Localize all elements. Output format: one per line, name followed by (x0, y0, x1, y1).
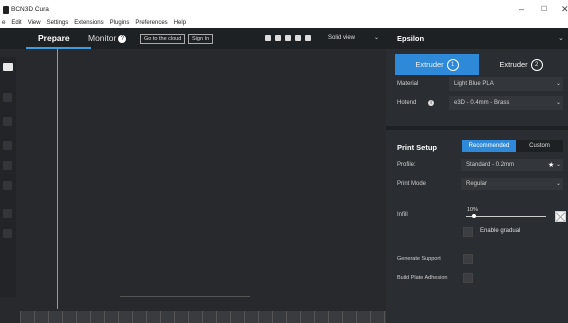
go-to-cloud-button[interactable]: Go to the cloud (140, 34, 186, 44)
profile-name: Standard - 0.2mm (466, 162, 515, 168)
view-mode-select[interactable]: Solid view (328, 35, 355, 41)
chevron-down-icon: ⌄ (556, 162, 562, 168)
generate-support-label: Generate Support (397, 256, 441, 262)
build-plate-edge (120, 296, 250, 302)
generate-support-checkbox[interactable] (463, 254, 473, 264)
stage-header: Prepare Monitor? Go to the cloud Sign In… (0, 28, 386, 49)
menu-preferences[interactable]: Preferences (135, 19, 167, 28)
extruder-tabs: Extruder 1 Extruder 2 (395, 54, 563, 75)
left-toolbar (0, 57, 16, 297)
enable-gradual-label: Enable gradual (480, 228, 521, 234)
help-icon: ? (118, 34, 127, 43)
tab-prepare[interactable]: Prepare (38, 33, 70, 43)
tab-monitor[interactable]: Monitor? (88, 33, 127, 43)
build-plate (20, 311, 386, 323)
menu-extensions[interactable]: Extensions (74, 19, 103, 28)
minimize-button[interactable]: – (519, 4, 524, 14)
open-file-icon[interactable] (3, 63, 13, 71)
printer-selector[interactable]: Epsilon ⌄ (386, 28, 568, 49)
chevron-down-icon: ⌄ (556, 100, 562, 106)
material-value: Light Blue PLA (454, 81, 494, 87)
infill-slider-handle[interactable] (472, 214, 476, 218)
chevron-down-icon: ⌄ (374, 35, 380, 41)
chevron-down-icon: ⌄ (558, 35, 564, 42)
view-3d-icon[interactable] (265, 35, 271, 41)
close-button[interactable]: ✕ (561, 4, 568, 15)
menu-bar: e Edit View Settings Extensions Plugins … (0, 19, 568, 28)
extruder-number-badge: 2 (530, 59, 543, 72)
title-bar: BCN3D Cura – ☐ ✕ (0, 0, 568, 19)
print-settings-panel: Epsilon ⌄ Extruder 1 Extruder 2 Material L… (386, 28, 568, 323)
menu-edit[interactable]: Edit (11, 19, 21, 28)
hotend-label: Hotend (397, 100, 417, 106)
camera-view-buttons (265, 35, 311, 41)
info-icon[interactable]: i (428, 100, 434, 106)
panel-divider (386, 126, 568, 130)
infill-slider[interactable] (466, 216, 546, 217)
menu-help[interactable]: Help (174, 19, 186, 28)
sign-in-button[interactable]: Sign In (188, 34, 214, 44)
menu-file[interactable]: e (2, 19, 5, 28)
extruder-label: Extruder (415, 60, 444, 69)
print-setup-title: Print Setup (397, 143, 438, 152)
app-logo-icon (3, 6, 9, 14)
extruder-assign-icon[interactable] (3, 229, 12, 238)
view-front-icon[interactable] (275, 35, 281, 41)
mirror-tool-icon[interactable] (3, 161, 12, 170)
profile-value: Standard - 0.2mm (466, 162, 514, 168)
enable-gradual-checkbox[interactable] (463, 227, 473, 237)
view-left-icon[interactable] (295, 35, 301, 41)
tab-extruder-1[interactable]: Extruder 1 (395, 54, 479, 75)
print-mode-label: Print Mode (397, 181, 427, 187)
recommended-mode-button[interactable]: Recommended (462, 140, 516, 152)
profile-label: Profile: (397, 162, 416, 168)
view-right-icon[interactable] (305, 35, 311, 41)
infill-label: Infill (397, 212, 408, 218)
infill-pattern-icon (555, 211, 566, 222)
support-blocker-icon[interactable] (3, 209, 12, 218)
build-volume-viewport[interactable] (0, 49, 386, 323)
tab-extruder-2[interactable]: Extruder 2 (479, 54, 563, 75)
print-mode-value: Regular (466, 181, 488, 187)
per-model-settings-icon[interactable] (3, 181, 12, 190)
rotate-tool-icon[interactable] (3, 141, 12, 150)
axis-line (57, 49, 58, 309)
maximize-button[interactable]: ☐ (541, 5, 547, 13)
printer-name: Epsilon (397, 34, 425, 43)
view-top-icon[interactable] (285, 35, 291, 41)
extruder-number-badge: 1 (446, 59, 459, 72)
hotend-value: e3D - 0.4mm - Brass (454, 100, 510, 106)
infill-percent: 10% (467, 207, 479, 213)
build-plate-adhesion-checkbox[interactable] (463, 273, 473, 283)
window-title: BCN3D Cura (11, 6, 49, 13)
material-label: Material (397, 81, 419, 87)
chevron-down-icon: ⌄ (556, 181, 562, 187)
star-icon[interactable]: ★ (548, 161, 554, 169)
menu-plugins[interactable]: Plugins (110, 19, 130, 28)
build-plate-adhesion-label: Build Plate Adhesion (397, 275, 448, 281)
chevron-down-icon: ⌄ (556, 81, 562, 87)
move-tool-icon[interactable] (3, 93, 12, 102)
extruder-label: Extruder (499, 60, 528, 69)
menu-view[interactable]: View (28, 19, 41, 28)
scale-tool-icon[interactable] (3, 117, 12, 126)
tab-monitor-label: Monitor (88, 33, 117, 43)
menu-settings[interactable]: Settings (47, 19, 69, 28)
custom-mode-button[interactable]: Custom (516, 140, 563, 152)
